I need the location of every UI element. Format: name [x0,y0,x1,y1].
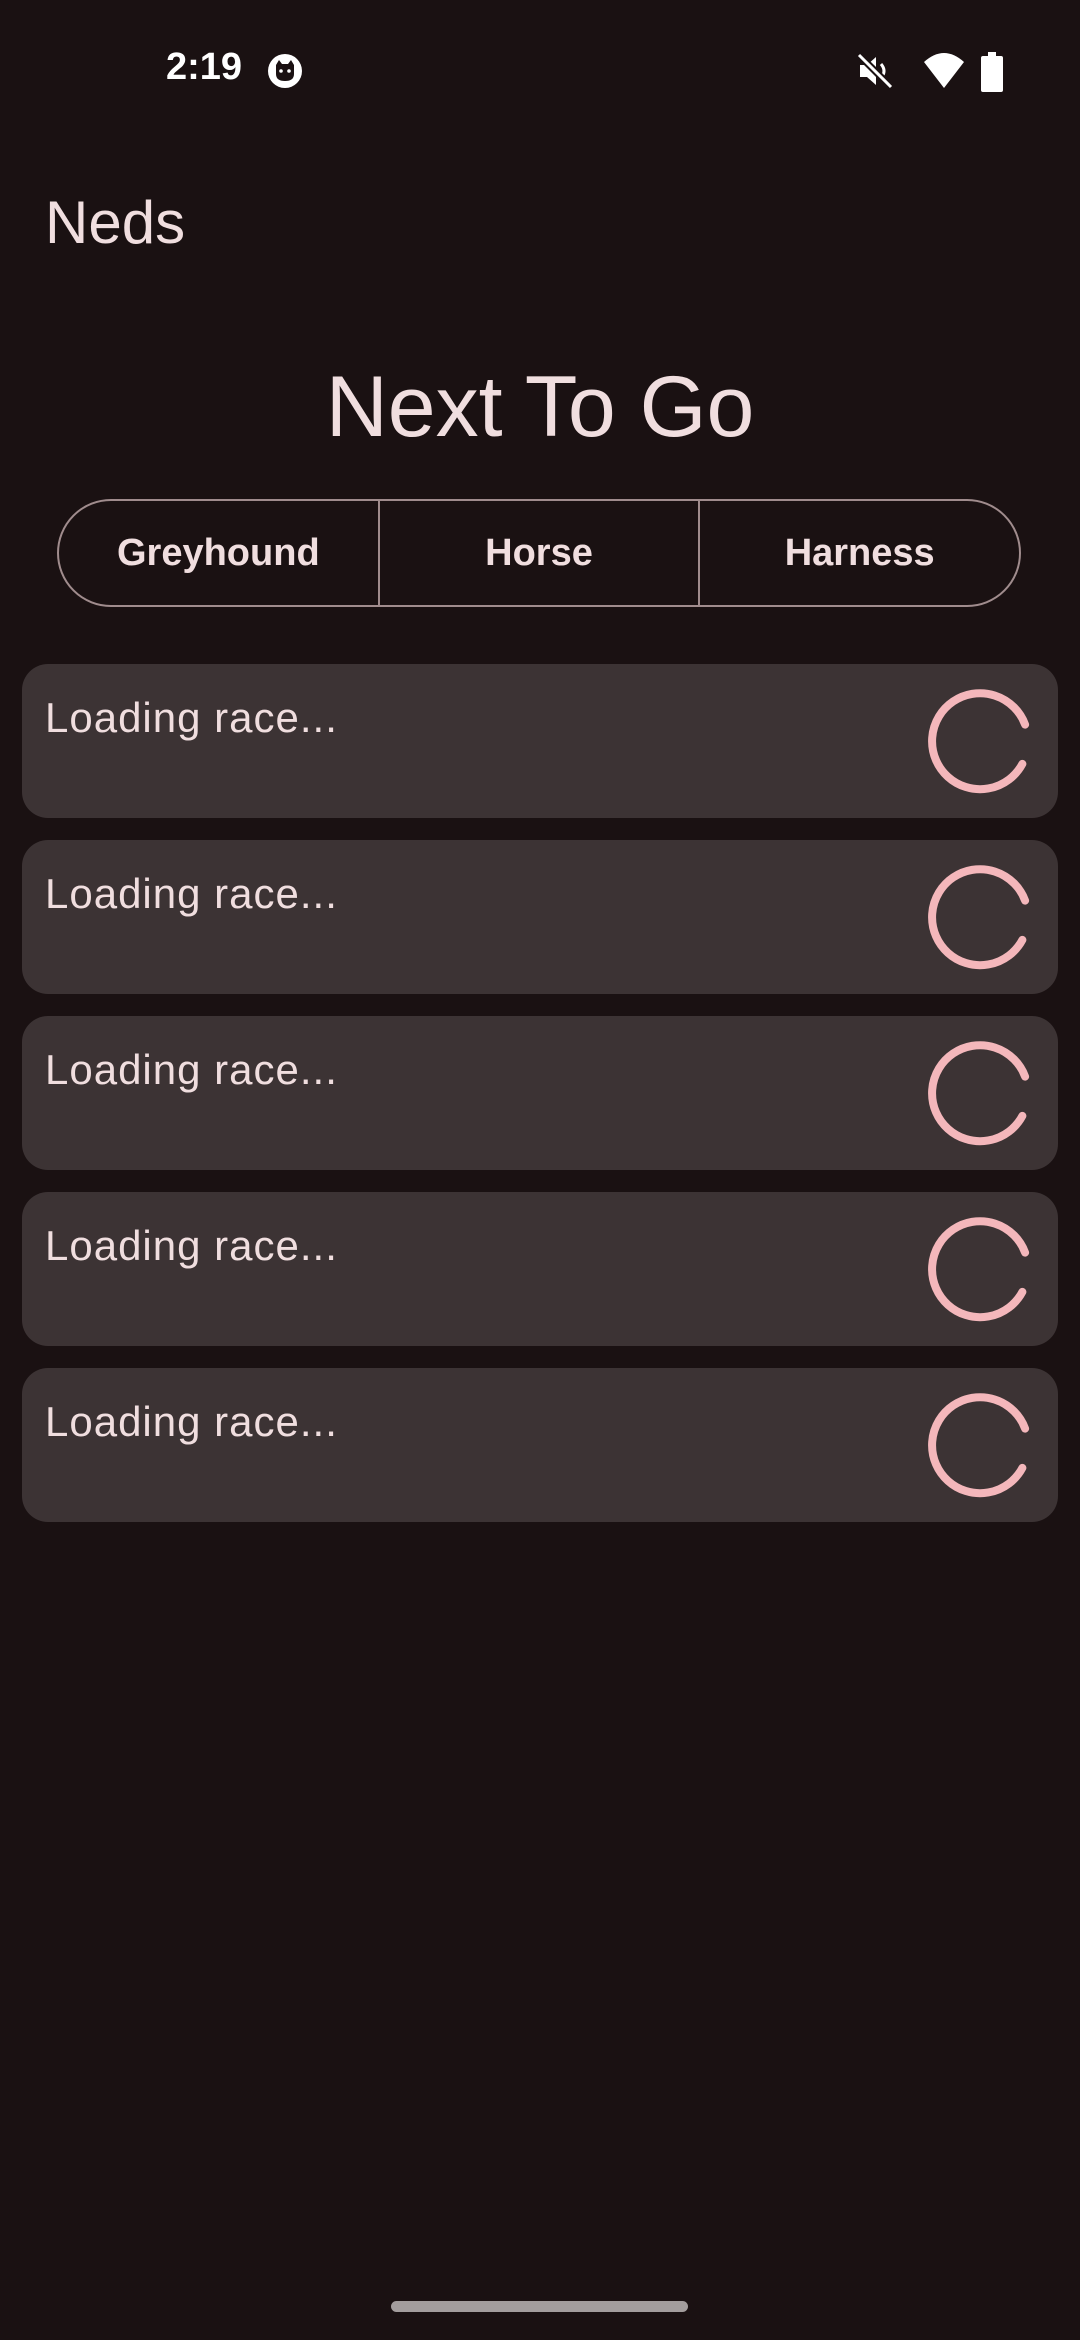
cat-notification-icon [268,54,302,88]
race-type-segmented-control: Greyhound Horse Harness [57,499,1021,607]
gesture-navigation-bar[interactable] [391,2301,688,2312]
race-list: Loading race... Loading race... Loading … [22,664,1058,1544]
status-bar: 2:19 [0,0,1080,140]
filter-greyhound-button[interactable]: Greyhound [59,501,378,605]
wifi-icon [924,53,964,88]
race-card[interactable]: Loading race... [22,664,1058,818]
page-title: Next To Go [325,359,755,455]
screen: 2:19 Neds Next To Go Greyhound Horse Har… [0,0,1080,2340]
loading-spinner-icon [928,1041,1030,1146]
race-loading-text: Loading race... [45,870,338,917]
race-card[interactable]: Loading race... [22,1192,1058,1346]
race-loading-text: Loading race... [45,694,338,741]
loading-spinner-icon [928,689,1030,794]
status-time: 2:19 [166,46,243,88]
race-loading-text: Loading race... [45,1398,338,1445]
battery-icon [981,52,1003,92]
loading-spinner-icon [928,1217,1030,1322]
race-card[interactable]: Loading race... [22,1016,1058,1170]
mute-icon [856,52,894,90]
loading-spinner-icon [928,1393,1030,1498]
loading-spinner-icon [928,865,1030,970]
race-loading-text: Loading race... [45,1222,338,1269]
app-title: Neds [45,189,186,256]
filter-harness-button[interactable]: Harness [698,501,1019,605]
filter-horse-button[interactable]: Horse [377,501,699,605]
race-loading-text: Loading race... [45,1046,338,1093]
race-card[interactable]: Loading race... [22,1368,1058,1522]
race-card[interactable]: Loading race... [22,840,1058,994]
